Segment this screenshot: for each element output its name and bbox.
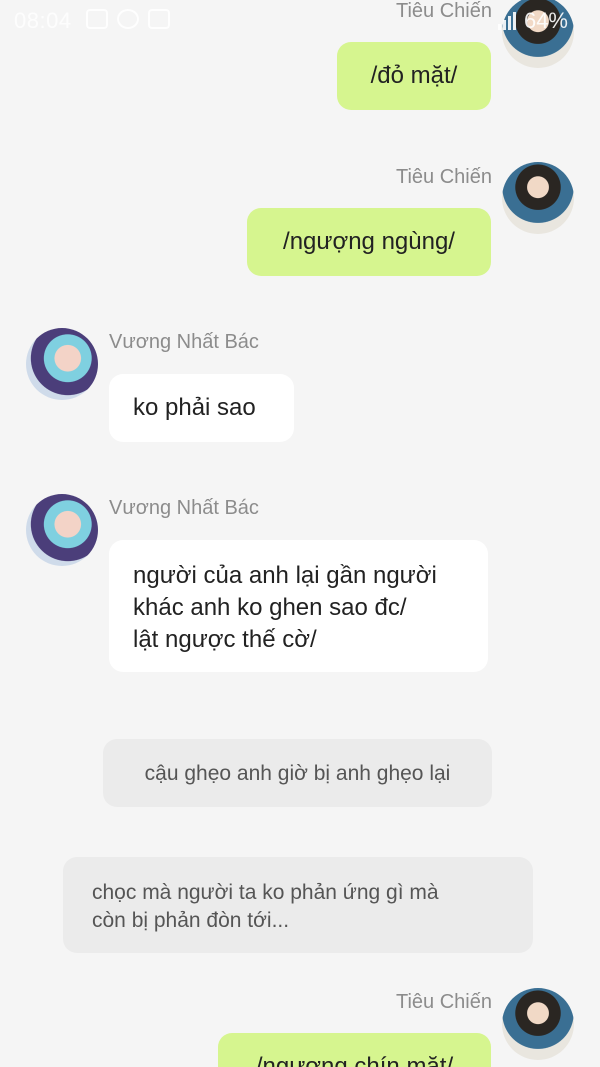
message-bubble[interactable]: /đỏ mặt/ (337, 42, 491, 110)
message-bubble[interactable]: /ngượng chín mặt/ (218, 1033, 491, 1067)
avatar[interactable] (502, 162, 574, 234)
sender-name: Tiêu Chiến (396, 166, 492, 188)
sender-name: Vương Nhất Bác (109, 331, 259, 353)
message-text: ko phải sao (133, 394, 256, 421)
avatar[interactable] (26, 494, 98, 566)
message-text-line: người của anh lại gần người (133, 562, 437, 589)
narration-text-line: chọc mà người ta ko phản ứng gì mà (92, 881, 439, 904)
battery-level: 64% (523, 8, 568, 33)
sender-name: Vương Nhất Bác (109, 497, 259, 519)
chat-message: Vương Nhất Bác ko phải sao (0, 325, 600, 445)
sender-name: Tiêu Chiến (396, 991, 492, 1013)
status-notification-icons (86, 9, 170, 29)
eye-icon (117, 9, 139, 29)
gallery-icon (86, 9, 108, 29)
narration-text: cậu ghẹo anh giờ bị anh ghẹo lại (144, 762, 451, 785)
message-text-line: lật ngược thế cờ/ (133, 626, 317, 653)
narration-bubble[interactable]: chọc mà người ta ko phản ứng gì mà còn b… (63, 857, 533, 953)
message-text-line: khác anh ko ghen sao đc/ (133, 594, 407, 621)
narration-text-line: còn bị phản đòn tới... (92, 909, 290, 932)
chat-message: Tiêu Chiến /ngượng chín mặt/ (0, 985, 600, 1067)
status-right: 64% (497, 8, 568, 34)
signal-icon (497, 12, 516, 30)
chat-message: Tiêu Chiến /ngượng ngùng/ (0, 160, 600, 280)
message-bubble[interactable]: ko phải sao (109, 374, 294, 442)
message-text: /đỏ mặt/ (370, 62, 458, 89)
avatar[interactable] (26, 328, 98, 400)
message-text: /ngượng chín mặt/ (255, 1053, 454, 1067)
narration-bubble[interactable]: cậu ghẹo anh giờ bị anh ghẹo lại (103, 739, 492, 807)
message-icon (148, 9, 170, 29)
message-bubble[interactable]: người của anh lại gần người khác anh ko … (109, 540, 488, 672)
chat-message: Vương Nhất Bác người của anh lại gần ngư… (0, 490, 600, 680)
message-text: /ngượng ngùng/ (283, 228, 455, 255)
message-bubble[interactable]: /ngượng ngùng/ (247, 208, 491, 276)
status-time: 08:04 (14, 8, 72, 33)
avatar[interactable] (502, 988, 574, 1060)
status-bar: 08:04 64% (0, 0, 600, 40)
